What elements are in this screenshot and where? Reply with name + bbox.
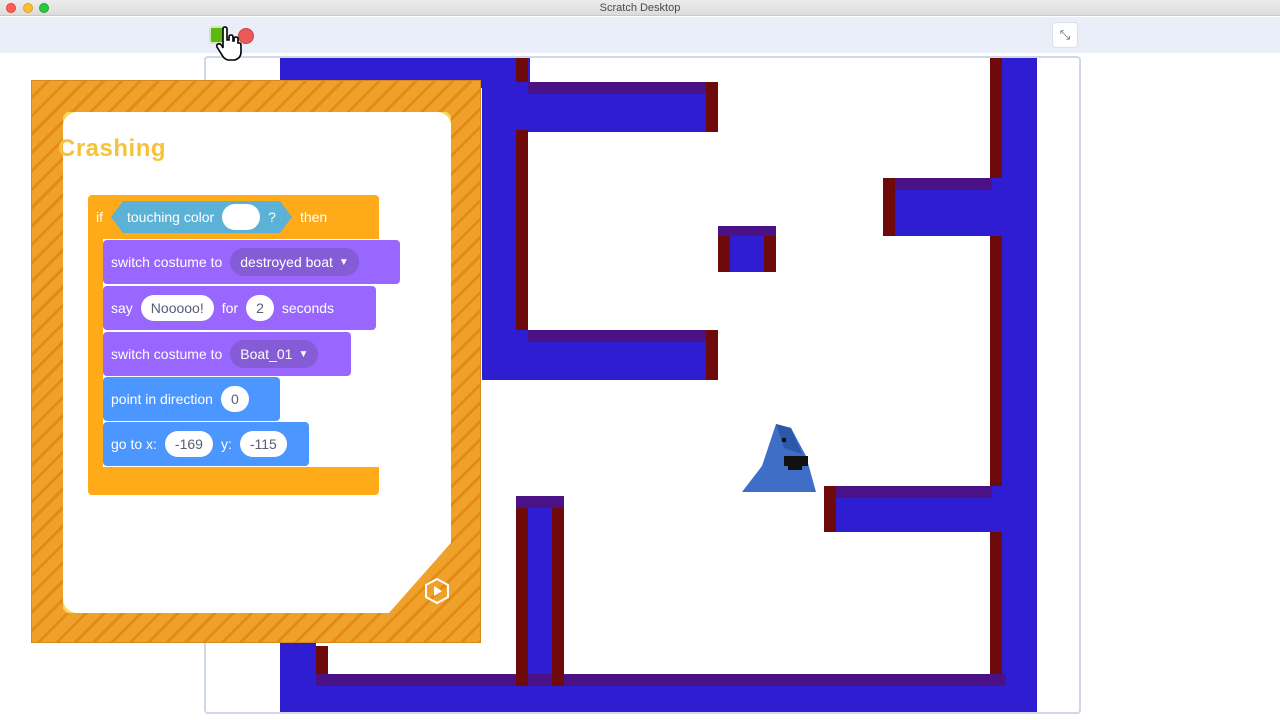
if-block[interactable]: if touching color ? then — [88, 195, 379, 239]
touching-color-label: touching color — [127, 209, 215, 225]
hand-cursor-icon — [215, 26, 242, 61]
say-for-seconds-block[interactable]: say Nooooo! for 2 seconds — [103, 286, 376, 330]
point-in-direction-label: point in direction — [111, 391, 213, 407]
seconds-label: seconds — [281, 300, 335, 316]
dropdown-arrow-icon: ▼ — [338, 256, 349, 268]
for-label: for — [221, 300, 239, 316]
scratch-logo-icon — [425, 578, 449, 604]
switch-costume-label: switch costume to — [111, 254, 223, 270]
if-label: if — [96, 209, 103, 225]
costume-dropdown-value: Boat_01 — [240, 346, 293, 362]
x-input[interactable]: -169 — [164, 431, 213, 457]
then-label: then — [299, 209, 328, 225]
costume-dropdown-value: destroyed boat — [240, 254, 333, 270]
color-swatch[interactable] — [222, 204, 260, 230]
shark-sprite[interactable] — [742, 424, 816, 492]
unfullscreen-button[interactable]: ⤡ — [1052, 22, 1078, 48]
y-input[interactable]: -115 — [239, 431, 287, 457]
seconds-input[interactable]: 2 — [246, 295, 274, 321]
window-titlebar: Scratch Desktop — [0, 0, 1280, 16]
say-text-input[interactable]: Nooooo! — [140, 295, 214, 321]
costume-dropdown[interactable]: destroyed boat ▼ — [230, 248, 359, 276]
costume-dropdown[interactable]: Boat_01 ▼ — [230, 340, 319, 368]
go-to-x-label: go to x: — [111, 436, 157, 452]
switch-costume-block[interactable]: switch costume to destroyed boat ▼ — [103, 240, 400, 284]
y-label: y: — [220, 436, 232, 452]
if-block-end — [88, 467, 379, 495]
say-label: say — [111, 300, 133, 316]
dropdown-arrow-icon: ▼ — [298, 348, 309, 360]
window-title: Scratch Desktop — [599, 2, 681, 14]
stage-header — [0, 17, 1280, 53]
card-title: Crashing — [58, 135, 167, 162]
point-in-direction-block[interactable]: point in direction 0 — [103, 377, 280, 421]
go-to-xy-block[interactable]: go to x: -169 y: -115 — [103, 422, 309, 466]
switch-costume-label: switch costume to — [111, 346, 223, 362]
if-block-arm — [88, 239, 103, 467]
direction-input[interactable]: 0 — [220, 386, 249, 412]
question-mark: ? — [268, 209, 276, 225]
switch-costume-block[interactable]: switch costume to Boat_01 ▼ — [103, 332, 351, 376]
touching-color-block[interactable]: touching color ? — [111, 201, 292, 233]
